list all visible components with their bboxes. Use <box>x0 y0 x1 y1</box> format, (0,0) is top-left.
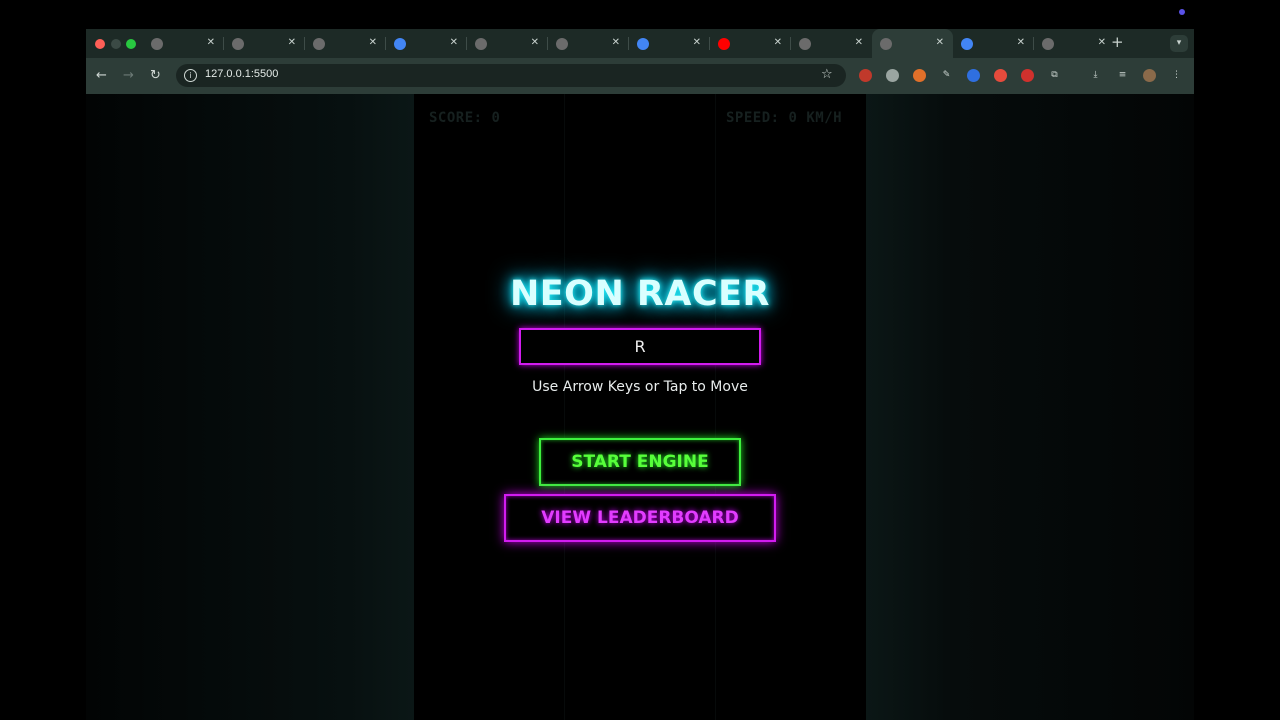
player-name-input[interactable] <box>519 328 761 365</box>
github-icon <box>313 37 325 50</box>
close-tab-icon[interactable]: ✕ <box>369 37 377 49</box>
eyedropper-icon[interactable]: ✎ <box>940 69 953 82</box>
screen: import✕New tab✕ajayon✕Final y✕React✕Paym… <box>0 0 1280 720</box>
view-leaderboard-button[interactable]: VIEW LEADERBOARD <box>504 494 776 542</box>
address-bar[interactable]: i 127.0.0.1:5500 <box>176 64 846 87</box>
site-info-icon[interactable]: i <box>184 69 197 82</box>
controls-hint: Use Arrow Keys or Tap to Move <box>532 379 748 395</box>
browser-tab[interactable]: ajayon✕ <box>305 29 386 220</box>
lane-divider <box>564 94 565 720</box>
url-text[interactable]: 127.0.0.1:5500 <box>205 68 278 80</box>
google-icon <box>394 37 406 50</box>
close-tab-icon[interactable]: ✕ <box>774 37 782 49</box>
close-tab-icon[interactable]: ✕ <box>1017 37 1025 49</box>
pokeball-extension-icon[interactable] <box>994 69 1007 82</box>
game-viewport: SCORE: 0 SPEED: 0 KM/H NEON RACER Use Ar… <box>86 94 1194 720</box>
browser-tab[interactable]: New tab✕ <box>224 29 305 220</box>
gemini-icon <box>151 37 163 50</box>
youtube-icon <box>718 37 730 50</box>
close-tab-icon[interactable]: ✕ <box>1098 37 1106 49</box>
speed-readout: SPEED: 0 KM/H <box>726 110 843 126</box>
puzzle-extensions-icon[interactable]: ⧉ <box>1048 69 1061 82</box>
right-side-glow <box>866 94 1194 720</box>
openai-icon <box>799 37 811 50</box>
back-arrow-icon[interactable]: ← <box>96 68 107 84</box>
close-tab-icon[interactable]: ✕ <box>612 37 620 49</box>
bookmark-star-icon[interactable]: ☆ <box>821 67 833 83</box>
maximize-window-button[interactable] <box>126 39 136 49</box>
globe-icon <box>880 37 892 50</box>
browser-tab[interactable]: import✕ <box>143 29 224 220</box>
browser-tab[interactable]: Final y✕ <box>386 29 467 220</box>
close-tab-icon[interactable]: ✕ <box>855 37 863 49</box>
camera-extension-icon[interactable] <box>886 69 899 82</box>
close-tab-icon[interactable]: ✕ <box>450 37 458 49</box>
browser-tab[interactable]: Untitle✕ <box>953 29 1034 220</box>
start-engine-button[interactable]: START ENGINE <box>539 438 741 486</box>
circle-extension-icon[interactable] <box>967 69 980 82</box>
openai-icon <box>475 37 487 50</box>
media-control-icon[interactable]: ≡ <box>1116 69 1129 82</box>
browser-tab[interactable]: Game✕ <box>791 29 872 220</box>
gemini-icon <box>1042 37 1054 50</box>
browser-tab[interactable]: You ar✕ <box>1034 29 1115 220</box>
red-extension-icon[interactable] <box>1021 69 1034 82</box>
tab-strip: import✕New tab✕ajayon✕Final y✕React✕Paym… <box>86 29 1194 220</box>
close-tab-icon[interactable]: ✕ <box>288 37 296 49</box>
left-side-glow <box>86 94 414 720</box>
reload-icon[interactable]: ↻ <box>150 68 161 84</box>
close-window-button[interactable] <box>95 39 105 49</box>
close-tab-icon[interactable]: ✕ <box>207 37 215 49</box>
profile-avatar[interactable] <box>1143 69 1156 82</box>
docs-icon <box>961 37 973 50</box>
extension-icon[interactable] <box>859 69 872 82</box>
close-tab-icon[interactable]: ✕ <box>693 37 701 49</box>
download-icon[interactable]: ⤓ <box>1089 69 1102 82</box>
openai-icon <box>556 37 568 50</box>
browser-tab[interactable]: Payme✕ <box>548 29 629 220</box>
forward-arrow-icon[interactable]: → <box>123 68 134 84</box>
browser-tab[interactable]: Neon✕ <box>872 29 953 220</box>
road <box>414 94 866 720</box>
browser-tab[interactable]: React✕ <box>467 29 548 220</box>
close-tab-icon[interactable]: ✕ <box>936 37 944 49</box>
minimize-window-button[interactable] <box>111 39 121 49</box>
browser-tab[interactable]: Final y✕ <box>629 29 710 220</box>
new-tab-button[interactable]: + <box>1111 34 1124 51</box>
game-title: NEON RACER <box>509 274 770 314</box>
lane-divider <box>715 94 716 720</box>
browser-toolbar: ← → ↻ i 127.0.0.1:5500 ☆ ✎ ⧉ ⤓ ≡ ⋮ <box>86 58 1194 94</box>
fox-extension-icon[interactable] <box>913 69 926 82</box>
menu-kebab-icon[interactable]: ⋮ <box>1170 69 1183 82</box>
close-tab-icon[interactable]: ✕ <box>531 37 539 49</box>
chrome-icon <box>232 37 244 50</box>
tab-list: import✕New tab✕ajayon✕Final y✕React✕Paym… <box>143 29 1115 220</box>
score-readout: SCORE: 0 <box>429 110 501 126</box>
tab-search-button[interactable]: ▾ <box>1170 35 1188 52</box>
browser-window: import✕New tab✕ajayon✕Final y✕React✕Paym… <box>86 29 1194 720</box>
browser-tab[interactable]: (75✕ <box>710 29 791 220</box>
google-icon <box>637 37 649 50</box>
recording-indicator <box>1179 9 1185 15</box>
